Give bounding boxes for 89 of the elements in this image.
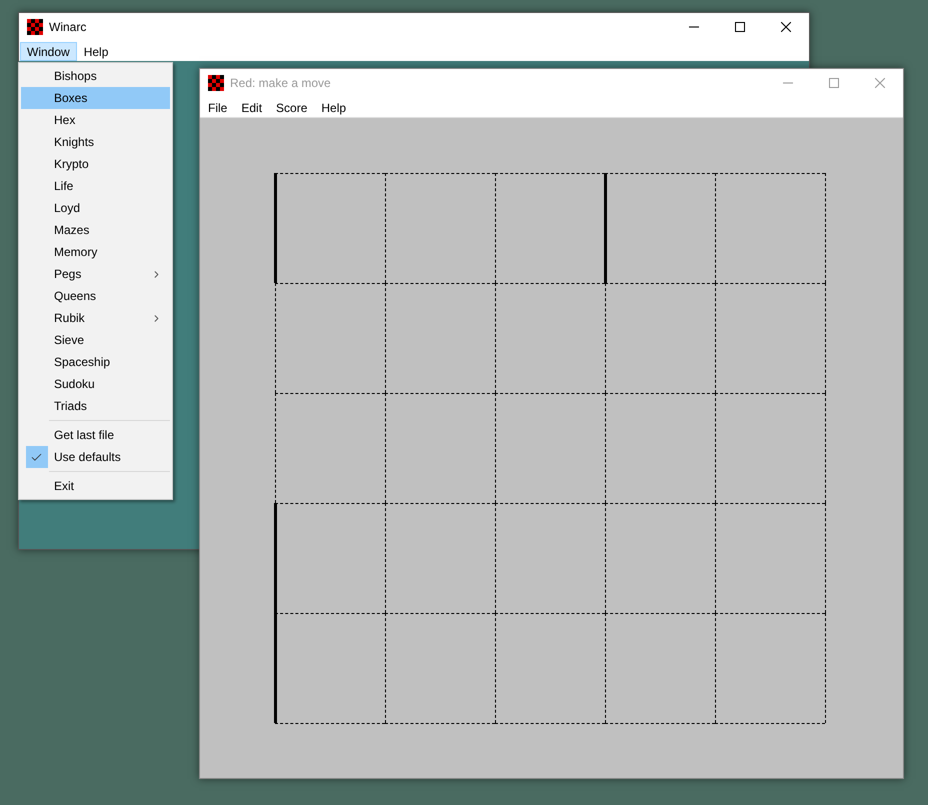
menu-item[interactable]: Life	[21, 175, 170, 197]
menu-item[interactable]: Mazes	[21, 219, 170, 241]
dotted-line[interactable]	[495, 503, 605, 504]
dotted-line[interactable]	[385, 613, 495, 614]
menu-item[interactable]: Krypto	[21, 153, 170, 175]
menu-item[interactable]: Help	[76, 42, 116, 60]
dotted-line[interactable]	[825, 503, 826, 613]
menu-item[interactable]: File	[201, 98, 234, 116]
app-icon	[208, 75, 224, 91]
menu-item[interactable]: Hex	[21, 109, 170, 131]
dotted-line[interactable]	[715, 283, 825, 284]
window-title: Winarc	[49, 19, 86, 36]
dotted-line[interactable]	[275, 173, 385, 174]
dotted-line[interactable]	[275, 503, 385, 504]
dotted-line[interactable]	[715, 283, 716, 393]
close-icon	[781, 22, 791, 32]
dotted-line[interactable]	[825, 393, 826, 503]
dotted-line[interactable]	[495, 173, 496, 283]
dotted-line[interactable]	[385, 503, 495, 504]
dotted-line[interactable]	[605, 613, 606, 723]
menu-item[interactable]: Memory	[21, 241, 170, 263]
dotted-line[interactable]	[715, 393, 716, 503]
dotted-line[interactable]	[385, 393, 495, 394]
dotted-line[interactable]	[495, 393, 605, 394]
dotted-line[interactable]	[495, 173, 605, 174]
dotted-line[interactable]	[715, 503, 825, 504]
maximize-icon	[829, 78, 839, 88]
dotted-line[interactable]	[715, 613, 716, 723]
dotted-line[interactable]	[385, 173, 495, 174]
menu-item[interactable]: Loyd	[21, 197, 170, 219]
dotted-line[interactable]	[275, 393, 276, 503]
dotted-line[interactable]	[715, 613, 825, 614]
dotted-line[interactable]	[275, 283, 385, 284]
dotted-line[interactable]	[275, 283, 276, 393]
menu-item[interactable]: Help	[314, 98, 354, 116]
menu-item[interactable]: Queens	[21, 285, 170, 307]
dotted-line[interactable]	[275, 613, 385, 614]
dotted-line[interactable]	[495, 503, 496, 613]
dotted-line[interactable]	[715, 173, 716, 283]
menu-item[interactable]: Sudoku	[21, 373, 170, 395]
menu-item[interactable]: Knights	[21, 131, 170, 153]
dotted-line[interactable]	[385, 173, 386, 283]
dotted-line[interactable]	[385, 503, 386, 613]
dotted-line[interactable]	[385, 723, 495, 724]
menu-item[interactable]: Edit	[234, 98, 270, 116]
dotted-line[interactable]	[825, 173, 826, 283]
dotted-line[interactable]	[385, 393, 386, 503]
menu-item[interactable]: Boxes	[21, 87, 170, 109]
menu-item[interactable]: Triads	[21, 395, 170, 417]
dotted-line[interactable]	[605, 393, 715, 394]
menu-item[interactable]: Pegs	[21, 263, 170, 285]
dotted-line[interactable]	[495, 283, 496, 393]
dotted-line[interactable]	[605, 723, 715, 724]
dotted-line[interactable]	[605, 503, 606, 613]
menu-item[interactable]: Score	[269, 98, 314, 116]
dotted-line[interactable]	[385, 613, 386, 723]
menu-item[interactable]: Window	[20, 42, 77, 60]
dotted-line[interactable]	[495, 613, 605, 614]
dotted-line[interactable]	[605, 283, 715, 284]
dotted-line[interactable]	[715, 393, 825, 394]
menu-item[interactable]: Exit	[21, 475, 170, 497]
dotted-line[interactable]	[715, 173, 825, 174]
dotted-line[interactable]	[495, 723, 605, 724]
dotted-line[interactable]	[715, 503, 716, 613]
dotted-line[interactable]	[605, 503, 715, 504]
dotted-line[interactable]	[605, 283, 606, 393]
menu-item[interactable]: Rubik	[21, 307, 170, 329]
dotted-line[interactable]	[495, 613, 496, 723]
menu-item[interactable]: Use defaults	[21, 446, 170, 468]
dotted-line[interactable]	[605, 613, 715, 614]
menu-item[interactable]: Sieve	[21, 329, 170, 351]
close-icon	[875, 78, 885, 88]
dotted-line[interactable]	[495, 393, 496, 503]
menu-item[interactable]: Get last file	[21, 424, 170, 446]
dotted-line[interactable]	[275, 393, 385, 394]
window-title: Red: make a move	[230, 75, 331, 92]
app-icon	[27, 19, 43, 35]
dotted-line[interactable]	[385, 283, 386, 393]
menu-item[interactable]: Bishops	[21, 65, 170, 87]
dotted-line[interactable]	[495, 283, 605, 284]
dotted-line[interactable]	[605, 393, 606, 503]
dotted-line[interactable]	[385, 283, 495, 284]
dotted-line[interactable]	[825, 613, 826, 723]
dotted-line[interactable]	[715, 723, 825, 724]
dotted-line[interactable]	[605, 173, 715, 174]
dotted-line[interactable]	[275, 723, 385, 724]
maximize-icon	[735, 22, 745, 32]
dotted-line[interactable]	[825, 283, 826, 393]
menu-item[interactable]: Spaceship	[21, 351, 170, 373]
